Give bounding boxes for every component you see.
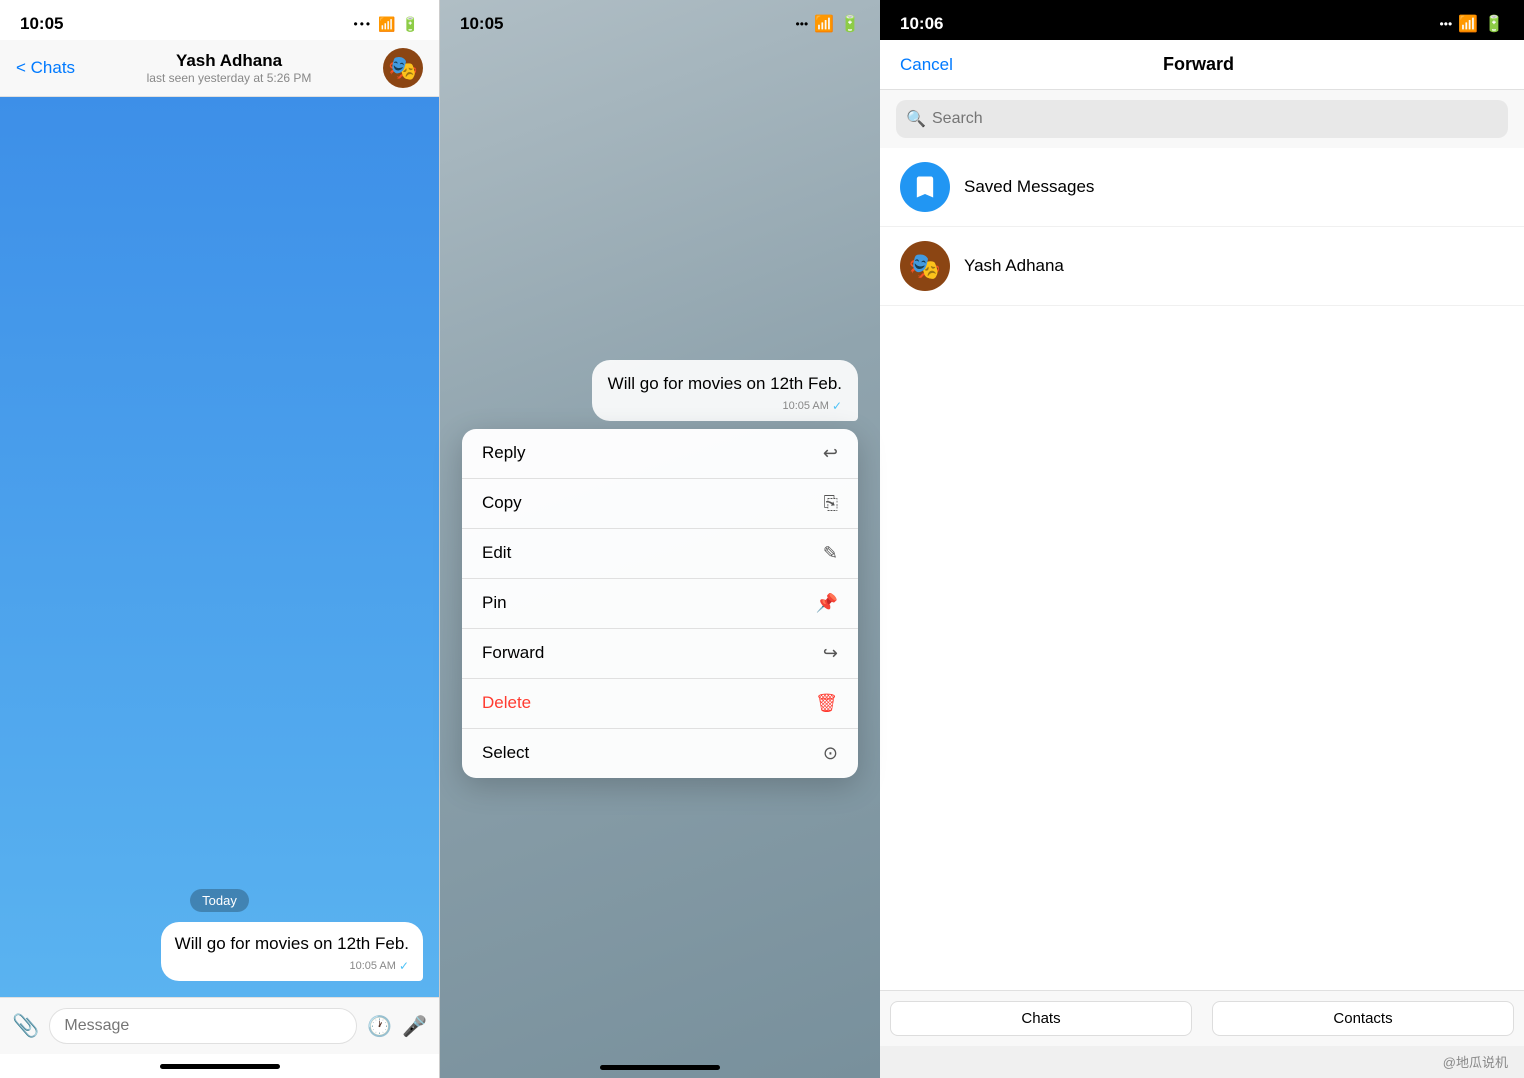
context-status-bar: 10:05 ••• 📶 🔋 <box>440 0 880 40</box>
forward-contacts-list: Saved Messages 🎭 Yash Adhana <box>880 148 1524 990</box>
forward-yash-adhana[interactable]: 🎭 Yash Adhana <box>880 227 1524 306</box>
context-menu-select[interactable]: Select ⊙ <box>462 729 858 778</box>
chat-nav-bar: < Chats Yash Adhana last seen yesterday … <box>0 40 439 97</box>
forward-label: Forward <box>482 643 544 663</box>
forward-title: Forward <box>1163 54 1234 75</box>
context-message-bubble: Will go for movies on 12th Feb. 10:05 AM… <box>592 360 858 421</box>
message-time: 10:05 AM <box>349 960 395 972</box>
chat-home-indicator <box>0 1054 439 1078</box>
chat-message-bubble: Will go for movies on 12th Feb. 10:05 AM… <box>161 922 423 981</box>
emoji-button[interactable]: 🕐 <box>367 1014 392 1039</box>
chat-status-bar: 10:05 ••• 📶 🔋 <box>0 0 439 40</box>
saved-messages-name: Saved Messages <box>964 177 1094 197</box>
context-status-icons: ••• 📶 🔋 <box>796 14 860 34</box>
context-menu-pin[interactable]: Pin 📌 <box>462 579 858 629</box>
chat-user-name: Yash Adhana <box>147 51 312 71</box>
panel-context: 10:05 ••• 📶 🔋 Will go for movies on 12th… <box>440 0 880 1078</box>
yash-name: Yash Adhana <box>964 256 1064 276</box>
battery-icon: 🔋 <box>1484 14 1504 34</box>
watermark-text: @地瓜说机 <box>1443 1055 1508 1070</box>
wifi-icon: 📶 <box>814 14 834 34</box>
context-message-check: ✓ <box>832 399 842 413</box>
context-menu-delete[interactable]: Delete 🗑 <box>462 679 858 729</box>
message-check: ✓ <box>399 959 409 973</box>
signal-icon: ••• <box>354 17 373 31</box>
yash-avatar: 🎭 <box>900 241 950 291</box>
forward-status-bar: 10:06 ••• 📶 🔋 <box>880 0 1524 40</box>
edit-label: Edit <box>482 543 511 563</box>
delete-label: Delete <box>482 693 531 713</box>
copy-label: Copy <box>482 493 522 513</box>
chat-status-icons: ••• 📶 🔋 <box>354 16 419 33</box>
today-label: Today <box>190 889 249 912</box>
edit-icon: ✎ <box>823 543 838 564</box>
forward-saved-messages[interactable]: Saved Messages <box>880 148 1524 227</box>
select-label: Select <box>482 743 529 763</box>
forward-search-input[interactable] <box>896 100 1508 138</box>
home-bar <box>600 1065 720 1070</box>
chat-user-status: last seen yesterday at 5:26 PM <box>147 71 312 85</box>
battery-icon: 🔋 <box>840 14 860 34</box>
context-menu-edit[interactable]: Edit ✎ <box>462 529 858 579</box>
context-menu-copy[interactable]: Copy ⎘ <box>462 479 858 529</box>
tab-chats[interactable]: Chats <box>890 1001 1192 1036</box>
chat-messages-area: Today Will go for movies on 12th Feb. 10… <box>0 97 439 997</box>
forward-icon: ↪ <box>823 643 838 664</box>
search-icon: 🔍 <box>906 109 926 129</box>
tab-contacts[interactable]: Contacts <box>1212 1001 1514 1036</box>
battery-icon: 🔋 <box>402 16 419 33</box>
context-menu-forward[interactable]: Forward ↪ <box>462 629 858 679</box>
select-icon: ⊙ <box>823 743 838 764</box>
chat-status-time: 10:05 <box>20 14 63 34</box>
cancel-button[interactable]: Cancel <box>900 55 953 75</box>
copy-icon: ⎘ <box>824 493 838 514</box>
forward-status-time: 10:06 <box>900 14 943 34</box>
delete-icon: 🗑 <box>815 693 838 714</box>
forward-status-icons: ••• 📶 🔋 <box>1440 14 1504 34</box>
context-content: Will go for movies on 12th Feb. 10:05 AM… <box>462 360 858 778</box>
context-bubble-meta: 10:05 AM ✓ <box>608 399 842 413</box>
home-bar <box>160 1064 280 1069</box>
signal-icon: ••• <box>1440 17 1453 31</box>
pin-label: Pin <box>482 593 507 613</box>
chat-today-badge: Today <box>16 892 423 910</box>
forward-nav-bar: Cancel Forward <box>880 40 1524 90</box>
attach-button[interactable]: 📎 <box>12 1013 39 1039</box>
forward-search-bar: 🔍 <box>880 90 1524 148</box>
wifi-icon: 📶 <box>378 16 395 33</box>
context-home-indicator <box>440 1065 880 1070</box>
wifi-icon: 📶 <box>1458 14 1478 34</box>
signal-icon: ••• <box>796 17 809 31</box>
mic-button[interactable]: 🎤 <box>402 1014 427 1039</box>
chat-user-info: Yash Adhana last seen yesterday at 5:26 … <box>147 51 312 85</box>
chat-avatar[interactable]: 🎭 <box>383 48 423 88</box>
reply-label: Reply <box>482 443 525 463</box>
chat-message-text: Will go for movies on 12th Feb. <box>175 932 409 956</box>
context-bubble-text: Will go for movies on 12th Feb. <box>608 372 842 396</box>
message-input[interactable] <box>49 1008 357 1044</box>
chat-message-meta: 10:05 AM ✓ <box>175 959 409 973</box>
chat-back-button[interactable]: < Chats <box>16 58 75 78</box>
panel-chat: 10:05 ••• 📶 🔋 < Chats Yash Adhana last s… <box>0 0 440 1078</box>
watermark-bar: @地瓜说机 <box>880 1046 1524 1078</box>
context-message-time: 10:05 AM <box>782 400 828 412</box>
context-menu: Reply ↩ Copy ⎘ Edit ✎ Pin 📌 Forward ↪ De… <box>462 429 858 778</box>
pin-icon: 📌 <box>816 593 838 614</box>
saved-messages-avatar <box>900 162 950 212</box>
panel-forward: 10:06 ••• 📶 🔋 Cancel Forward 🔍 Saved Mes… <box>880 0 1524 1078</box>
context-menu-reply[interactable]: Reply ↩ <box>462 429 858 479</box>
chat-input-bar: 📎 🕐 🎤 <box>0 997 439 1054</box>
forward-search-wrap: 🔍 <box>896 100 1508 138</box>
forward-bottom-tabs: Chats Contacts <box>880 990 1524 1046</box>
context-status-time: 10:05 <box>460 14 503 34</box>
reply-icon: ↩ <box>823 443 838 464</box>
